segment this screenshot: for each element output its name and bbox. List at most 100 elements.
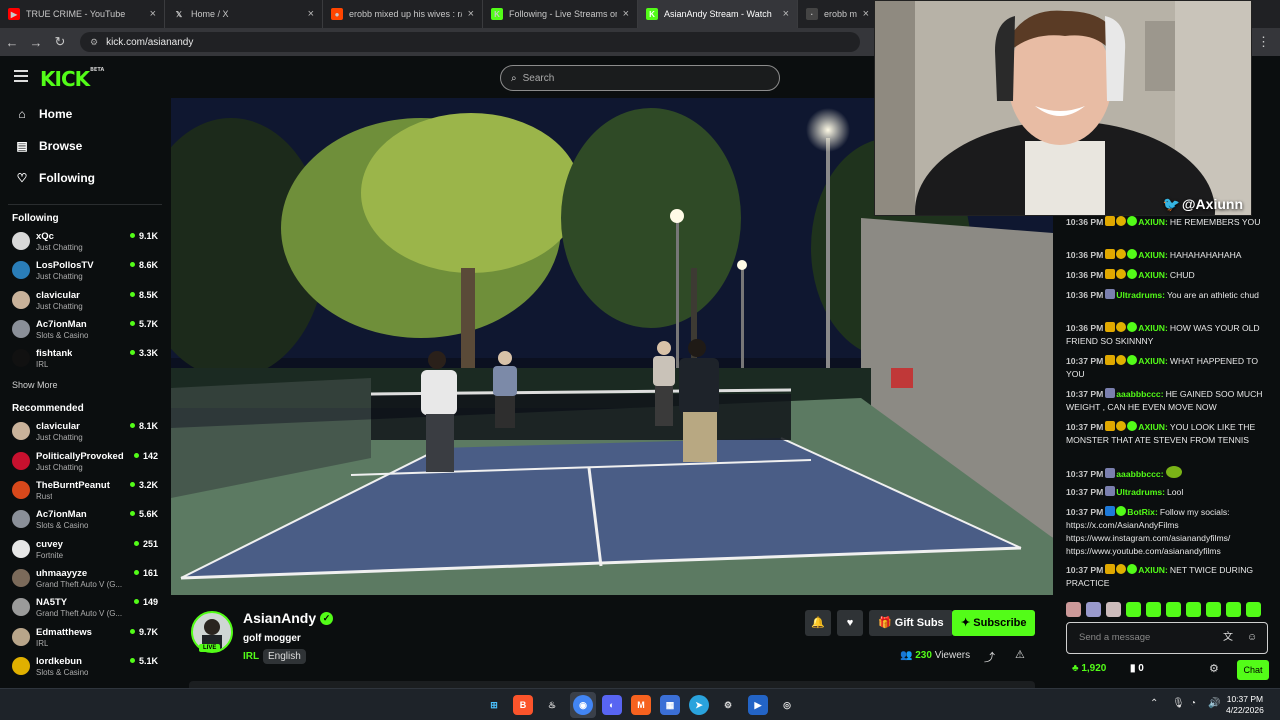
hamburger-menu-icon[interactable] <box>14 70 28 82</box>
report-icon[interactable]: ⚠ <box>1015 648 1025 661</box>
chat-username[interactable]: BotRix: <box>1127 507 1158 517</box>
obs-icon[interactable]: ◎ <box>777 695 797 715</box>
sidebar-channel[interactable]: Ac7ionMan Slots & Casino 5.6K <box>0 505 170 534</box>
emoji-icon[interactable]: ☺ <box>1247 623 1257 653</box>
wifi-icon[interactable]: ◔ <box>1190 698 1196 709</box>
sidebar-channel[interactable]: TheBurntPeanut Rust 3.2K <box>0 476 170 505</box>
emote-icon[interactable] <box>1086 602 1101 617</box>
emote-icon[interactable] <box>1206 602 1221 617</box>
chat-username[interactable]: AXIUN: <box>1138 422 1168 432</box>
chat-username[interactable]: Ultradrums: <box>1116 487 1165 497</box>
sidebar-channel[interactable]: cuvey Fortnite 251 <box>0 535 170 564</box>
notification-bell-button[interactable]: 🔔 <box>805 610 831 636</box>
chat-send-button[interactable]: Chat <box>1237 660 1269 680</box>
discord-icon[interactable]: ◐ <box>602 695 622 715</box>
emote-icon[interactable] <box>1106 602 1121 617</box>
verified-badge-icon <box>1127 216 1138 226</box>
emote-bar <box>1066 602 1261 617</box>
sidebar-channel[interactable]: clavicular Just Chatting 8.5K <box>0 286 170 315</box>
emote-icon[interactable] <box>1066 602 1081 617</box>
browser-tab[interactable]: K AsianAndy Stream - Watch × <box>638 0 798 28</box>
kicks-count[interactable]: ▮ 0 <box>1130 663 1144 674</box>
volume-icon[interactable]: 🔊 <box>1208 698 1220 709</box>
installer-icon[interactable]: ▶ <box>748 695 768 715</box>
follow-heart-button[interactable]: ♥ <box>837 610 863 636</box>
telegram-icon[interactable]: ➤ <box>689 695 709 715</box>
tray-chevron-icon[interactable]: ⌃ <box>1150 698 1158 709</box>
chat-username[interactable]: AXIUN: <box>1138 270 1168 280</box>
translate-icon[interactable]: 文 <box>1223 623 1233 653</box>
chat-username[interactable]: AXIUN: <box>1138 250 1168 260</box>
sidebar-nav-browse[interactable]: ▤ Browse <box>0 130 170 162</box>
chat-settings-icon[interactable]: ⚙ <box>1209 662 1219 675</box>
office-icon[interactable]: M <box>631 695 651 715</box>
sidebar-channel[interactable]: uhmaayyze Grand Theft Auto V (G... 161 <box>0 564 170 593</box>
sidebar-channel[interactable]: NA5TY Grand Theft Auto V (G... 149 <box>0 593 170 622</box>
close-tab-icon[interactable]: × <box>623 8 629 20</box>
sidebar-channel[interactable]: lordkebun Slots & Casino 5.1K <box>0 652 170 681</box>
emote-icon[interactable] <box>1186 602 1201 617</box>
microphone-icon[interactable]: 🎙 <box>1172 698 1185 709</box>
gift-badge-icon <box>1116 421 1127 431</box>
settings-icon[interactable]: ⚙ <box>718 695 738 715</box>
sidebar-channel[interactable]: Edmatthews IRL 9.7K <box>0 623 170 652</box>
reload-icon[interactable]: ↻ <box>48 34 72 50</box>
emote-icon[interactable] <box>1126 602 1141 617</box>
chrome-icon[interactable]: ◉ <box>573 695 593 715</box>
site-info-icon[interactable]: ⚙ <box>90 37 98 48</box>
close-tab-icon[interactable]: × <box>783 8 789 20</box>
share-icon[interactable]: ⤴ <box>984 649 995 665</box>
sidebar-channel[interactable]: fishtank IRL 3.3K <box>0 344 170 373</box>
sidebar-channel[interactable]: xQc Just Chatting 9.1K <box>0 227 170 256</box>
channel-points[interactable]: ♣ 1,920 <box>1072 663 1106 674</box>
close-tab-icon[interactable]: × <box>863 8 869 20</box>
emote-icon[interactable] <box>1166 602 1181 617</box>
browser-tab-title: erobb mixed up his wives : r/Liv <box>349 9 462 19</box>
emote-icon[interactable] <box>1226 602 1241 617</box>
chat-username[interactable]: AXIUN: <box>1138 565 1168 575</box>
sidebar-nav-home[interactable]: ⌂ Home <box>0 98 170 130</box>
chat-username[interactable]: AXIUN: <box>1138 323 1168 333</box>
chat-username[interactable]: Ultradrums: <box>1116 290 1165 300</box>
forward-icon[interactable]: → <box>24 35 48 50</box>
chat-username[interactable]: AXIUN: <box>1138 356 1168 366</box>
channel-avatar <box>12 481 30 500</box>
sidebar-channel[interactable]: Ac7ionMan Slots & Casino 5.7K <box>0 315 170 344</box>
chat-message-input[interactable]: Send a message 文 ☺ <box>1066 622 1268 654</box>
close-tab-icon[interactable]: × <box>308 8 314 20</box>
browser-menu-icon[interactable]: ⋮ <box>1257 34 1270 50</box>
taskbar-clock[interactable]: 10:37 PM 4/22/2026 <box>1226 694 1264 716</box>
close-tab-icon[interactable]: × <box>468 8 474 20</box>
browser-tab[interactable]: ● erobb mixed up his wives : r/Liv × <box>323 0 483 28</box>
browser-tab[interactable]: · erobb mixed u × <box>798 0 878 28</box>
search-input[interactable]: ⌕ Search <box>500 65 780 91</box>
chat-username[interactable]: aaabbbccc: <box>1116 469 1163 479</box>
steam-icon[interactable]: ♨ <box>542 695 562 715</box>
sidebar-nav-following[interactable]: ♡ Following <box>0 162 170 194</box>
close-tab-icon[interactable]: × <box>150 8 156 20</box>
emote-icon[interactable] <box>1146 602 1161 617</box>
subscribe-button[interactable]: ✦ Subscribe <box>952 610 1036 636</box>
chat-timestamp: 10:36 PM <box>1066 217 1104 227</box>
sidebar-channel[interactable]: PoliticallyProvoked Just Chatting 142 <box>0 447 170 476</box>
brave-icon[interactable]: B <box>513 695 533 715</box>
windows-start-icon[interactable]: ⊞ <box>484 695 504 715</box>
stream-language-tag[interactable]: English <box>263 649 306 664</box>
emote-icon[interactable] <box>1246 602 1261 617</box>
stream-category[interactable]: IRL <box>243 651 259 662</box>
chat-username[interactable]: AXIUN: <box>1138 217 1168 227</box>
back-icon[interactable]: ← <box>0 35 24 50</box>
browser-tab[interactable]: ▶ TRUE CRIME - YouTube × <box>0 0 165 28</box>
chat-username[interactable]: aaabbbccc: <box>1116 389 1163 399</box>
show-more-link[interactable]: Show More <box>0 375 170 395</box>
url-field[interactable]: ⚙ kick.com/asianandy <box>80 32 860 52</box>
browser-tab[interactable]: 𝕏 Home / X × <box>165 0 323 28</box>
channel-name[interactable]: AsianAndy <box>243 610 316 626</box>
kick-logo[interactable]: KICKBETA <box>40 67 104 91</box>
chat-message: 10:36 PM Ultradrums: You are an athletic c… <box>1066 289 1276 302</box>
gift-subs-button[interactable]: 🎁 Gift Subs <box>869 610 953 636</box>
notes-icon[interactable]: ▦ <box>660 695 680 715</box>
sidebar-channel[interactable]: LosPollosTV Just Chatting 8.6K <box>0 256 170 285</box>
browser-tab[interactable]: K Following - Live Streams on Kic × <box>483 0 638 28</box>
sidebar-channel[interactable]: clavicular Just Chatting 8.1K <box>0 417 170 446</box>
